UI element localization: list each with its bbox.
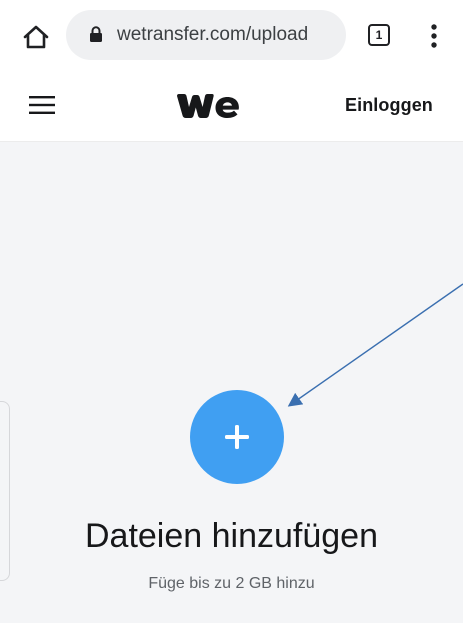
address-bar[interactable]: wetransfer.com/upload bbox=[66, 10, 346, 60]
browser-toolbar: wetransfer.com/upload 1 bbox=[0, 0, 463, 70]
site-header: Einloggen bbox=[0, 70, 463, 142]
hamburger-icon[interactable] bbox=[29, 96, 55, 114]
login-link[interactable]: Einloggen bbox=[345, 94, 433, 116]
vertical-dots-icon[interactable] bbox=[424, 22, 444, 50]
we-logo[interactable] bbox=[176, 93, 246, 119]
screen: wetransfer.com/upload 1 Einloggen Dateie… bbox=[0, 0, 463, 623]
add-files-button[interactable] bbox=[190, 390, 284, 484]
upload-panel: Dateien hinzufügen Füge bis zu 2 GB hinz… bbox=[0, 142, 463, 623]
home-icon[interactable] bbox=[22, 24, 50, 50]
add-files-title[interactable]: Dateien hinzufügen bbox=[0, 516, 463, 556]
tab-switcher-button[interactable]: 1 bbox=[368, 24, 390, 46]
url-text[interactable]: wetransfer.com/upload bbox=[117, 23, 339, 47]
plus-icon bbox=[225, 425, 249, 449]
add-files-subtitle: Füge bis zu 2 GB hinzu bbox=[148, 575, 315, 592]
lock-icon bbox=[90, 26, 102, 42]
